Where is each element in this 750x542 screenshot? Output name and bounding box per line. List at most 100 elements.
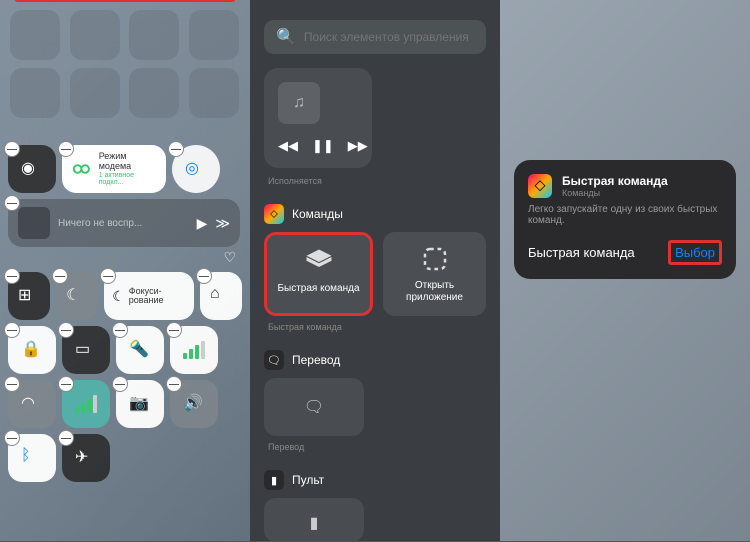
card-description: Легко запускайте одну из своих быстрых к…	[528, 204, 722, 226]
section-commands: ⬦ Команды	[264, 204, 486, 224]
music-icon: ♫	[278, 82, 320, 124]
remove-icon[interactable]	[112, 376, 128, 392]
tile-label: Быстрая команда	[277, 283, 359, 295]
section-title: Команды	[292, 207, 343, 221]
hotspot-title: Режим модема	[99, 152, 158, 172]
remove-icon[interactable]	[58, 430, 74, 446]
tile-quick-command[interactable]: Быстрая команда	[264, 232, 373, 316]
section-title: Пульт	[292, 473, 324, 487]
search-icon: 🔍	[276, 27, 296, 47]
wifi-icon: ◠	[21, 393, 43, 415]
tile-home[interactable]: ⌂	[200, 272, 242, 320]
tile-camera[interactable]: 📷	[116, 380, 164, 428]
tile-accessibility[interactable]: ◉	[8, 145, 56, 193]
focus-icon: ☾	[112, 288, 125, 305]
tile-calculator[interactable]: ⊞	[8, 272, 50, 320]
translate-bubble-icon: 🗨	[299, 392, 329, 422]
tile-label: Открыть приложение	[391, 280, 478, 304]
heart-icon[interactable]: ♡	[223, 249, 236, 266]
camera-icon: 📷	[129, 393, 151, 415]
prev-icon[interactable]: ◀◀	[278, 138, 298, 154]
remove-icon[interactable]	[196, 268, 212, 284]
album-art	[18, 207, 50, 239]
remove-icon[interactable]	[52, 268, 68, 284]
remove-icon[interactable]	[58, 141, 74, 157]
remove-icon[interactable]	[4, 195, 20, 211]
card-title: Быстрая команда	[562, 174, 668, 188]
tile-cellular[interactable]	[170, 326, 218, 374]
remove-icon[interactable]	[166, 322, 182, 338]
tile-flashlight[interactable]: 🔦	[116, 326, 164, 374]
tile-orientation-lock[interactable]: 🔒	[8, 326, 56, 374]
volume-icon: 🔊	[183, 393, 205, 415]
now-playing-text: Ничего не воспр...	[58, 218, 189, 229]
card-subtitle: Команды	[562, 188, 668, 198]
tile-dnd[interactable]: ☾	[56, 272, 98, 320]
pause-icon[interactable]: ❚❚	[312, 138, 334, 154]
remove-icon[interactable]	[168, 141, 184, 157]
remove-icon[interactable]	[4, 141, 20, 157]
tile-wifi[interactable]: ◠	[8, 380, 56, 428]
highlight-add-control: + Добавить элемент управления	[14, 0, 236, 2]
shortcuts-app-icon: ⬦	[528, 174, 552, 198]
tile-battery[interactable]: ▭	[62, 326, 110, 374]
shortcuts-icon: ⬦	[264, 204, 284, 224]
remove-icon[interactable]	[58, 322, 74, 338]
remote-icon: ▮	[264, 470, 284, 490]
airplane-icon: ✈	[75, 447, 97, 469]
bluetooth-icon: ᛒ	[21, 447, 43, 469]
remove-icon[interactable]	[112, 322, 128, 338]
remove-icon[interactable]	[4, 430, 20, 446]
remove-icon[interactable]	[58, 376, 74, 392]
now-playing-caption: Исполняется	[268, 176, 500, 186]
focus-label: Фокуси- рование	[129, 287, 186, 305]
now-playing-card[interactable]: ♫ ◀◀ ❚❚ ▶▶	[264, 68, 372, 168]
flashlight-icon: 🔦	[129, 339, 151, 361]
remove-icon[interactable]	[4, 268, 20, 284]
tile-now-playing[interactable]: Ничего не воспр... ▶ ≫	[8, 199, 240, 247]
battery-icon: ▭	[75, 339, 97, 361]
translate-icon: 🗨	[264, 350, 284, 370]
search-field[interactable]	[304, 30, 474, 44]
hotspot-icon	[70, 157, 93, 181]
tile-bluetooth[interactable]: ᛒ	[8, 434, 56, 482]
remove-icon[interactable]	[166, 376, 182, 392]
accessibility-icon: ◉	[21, 158, 43, 180]
signal-icon	[183, 341, 205, 359]
stack-icon	[304, 247, 334, 277]
tile-caption: Быстрая команда	[268, 322, 500, 332]
section-translate: 🗨 Перевод	[264, 350, 486, 370]
play-icon[interactable]: ▶	[197, 215, 208, 232]
tile-airdrop[interactable]: ◎	[172, 145, 220, 193]
remove-icon[interactable]	[100, 268, 116, 284]
shortcut-config-card: ⬦ Быстрая команда Команды Легко запускай…	[514, 160, 736, 279]
signal-icon	[75, 395, 97, 413]
home-icon: ⌂	[210, 285, 232, 307]
tile-cellular-data[interactable]	[62, 380, 110, 428]
search-input[interactable]: 🔍	[264, 20, 486, 54]
row-label: Быстрая команда	[528, 245, 635, 260]
choose-button[interactable]: Выбор	[671, 243, 719, 262]
highlight-choose: Выбор	[668, 240, 722, 265]
section-title: Перевод	[292, 353, 340, 367]
remove-icon[interactable]	[4, 322, 20, 338]
forward-icon[interactable]: ≫	[215, 215, 230, 232]
tile-caption: Перевод	[268, 442, 500, 452]
tile-remote[interactable]: ▮	[264, 498, 364, 542]
tile-focus[interactable]: ☾ Фокуси- рование	[104, 272, 194, 320]
remove-icon[interactable]	[4, 376, 20, 392]
tile-open-app[interactable]: Открыть приложение	[383, 232, 486, 316]
section-remote: ▮ Пульт	[264, 470, 486, 490]
next-icon[interactable]: ▶▶	[348, 138, 368, 154]
tile-airplane[interactable]: ✈	[62, 434, 110, 482]
hotspot-subtitle: 1 активное подкл...	[99, 172, 158, 186]
remote-device-icon: ▮	[299, 508, 329, 538]
tile-translate[interactable]: 🗨	[264, 378, 364, 436]
app-icon	[420, 244, 450, 274]
calculator-icon: ⊞	[18, 285, 40, 307]
lock-rotation-icon: 🔒	[21, 339, 43, 361]
tile-volume[interactable]: 🔊	[170, 380, 218, 428]
airdrop-icon: ◎	[185, 158, 207, 180]
tile-hotspot[interactable]: Режим модема 1 активное подкл...	[62, 145, 166, 193]
moon-icon: ☾	[66, 285, 88, 307]
